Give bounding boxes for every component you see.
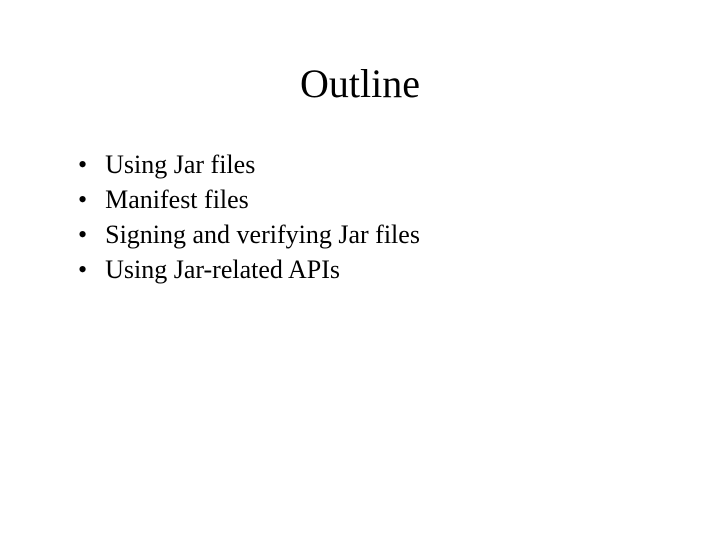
bullet-icon: • — [78, 217, 87, 252]
bullet-icon: • — [78, 182, 87, 217]
bullet-text: Using Jar files — [105, 147, 660, 182]
list-item: • Using Jar files — [78, 147, 660, 182]
bullet-list: • Using Jar files • Manifest files • Sig… — [60, 147, 660, 287]
bullet-text: Using Jar-related APIs — [105, 252, 660, 287]
list-item: • Manifest files — [78, 182, 660, 217]
slide-container: Outline • Using Jar files • Manifest fil… — [0, 0, 720, 540]
bullet-text: Signing and verifying Jar files — [105, 217, 660, 252]
list-item: • Using Jar-related APIs — [78, 252, 660, 287]
list-item: • Signing and verifying Jar files — [78, 217, 660, 252]
bullet-icon: • — [78, 147, 87, 182]
bullet-icon: • — [78, 252, 87, 287]
slide-title: Outline — [60, 60, 660, 107]
bullet-text: Manifest files — [105, 182, 660, 217]
